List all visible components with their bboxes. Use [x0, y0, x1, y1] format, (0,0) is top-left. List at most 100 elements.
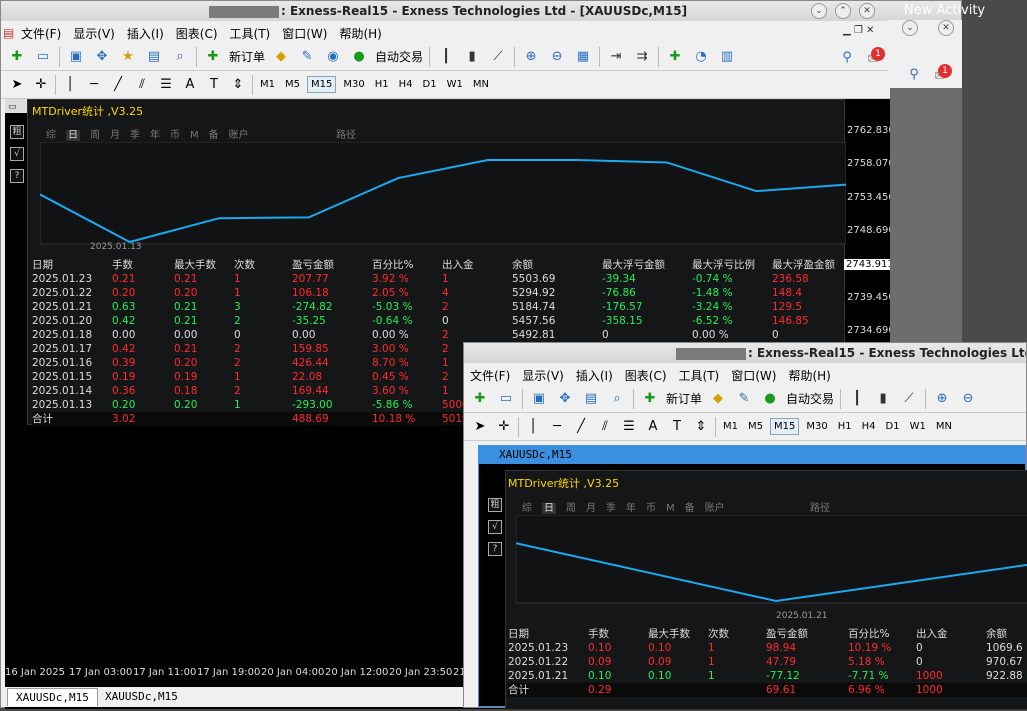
tf-m1[interactable]: M1	[257, 77, 278, 92]
table-row[interactable]: 2025.01.23 0.10 0.10 1 98.94 10.19 % 0 1069.6	[508, 641, 1027, 655]
auto-trade-button[interactable]: 自动交易	[375, 48, 423, 65]
mdi-restore-icon[interactable]: ❐	[854, 25, 863, 36]
chat-icon[interactable]: ✎	[297, 47, 317, 67]
menu-window[interactable]: 窗口(W)	[276, 25, 333, 42]
tf-h4[interactable]: H4	[859, 419, 879, 434]
tf-m30[interactable]: M30	[340, 77, 367, 92]
tf-m15[interactable]: M15	[770, 418, 800, 435]
new-order-icon[interactable]: ✚	[640, 389, 660, 409]
tf-h4[interactable]: H4	[396, 77, 416, 92]
text-icon[interactable]: A	[643, 417, 663, 437]
chart-tab-active[interactable]: XAUUSDc,M15	[7, 688, 98, 706]
menu-view[interactable]: 显示(V)	[67, 25, 121, 42]
fibonacci-icon[interactable]: ☰	[619, 417, 639, 437]
channel-icon[interactable]: ⫽	[595, 417, 615, 437]
right-chart-window[interactable]: XAUUSDc,M15 粗 √ ? MTDriver统计 ,V3.25 综日周月…	[478, 445, 1027, 710]
tf-w1[interactable]: W1	[907, 419, 929, 434]
profiles-icon[interactable]: ▭	[496, 389, 516, 409]
tf-m1[interactable]: M1	[720, 419, 741, 434]
new-chart-icon[interactable]: ✚	[7, 47, 27, 67]
profiles-icon[interactable]: ▭	[33, 47, 53, 67]
tf-h1[interactable]: H1	[835, 419, 855, 434]
cursor-icon[interactable]: ➤	[470, 417, 490, 437]
data-window-icon[interactable]: ✥	[92, 47, 112, 67]
stats-tab[interactable]: 备	[209, 130, 219, 141]
metaeditor-icon[interactable]: ◆	[708, 389, 728, 409]
menu-help[interactable]: 帮助(H)	[782, 367, 836, 384]
zoom-out-icon[interactable]: ⊖	[547, 47, 567, 67]
tf-mn[interactable]: MN	[470, 77, 492, 92]
trendline-icon[interactable]: ╱	[571, 417, 591, 437]
close-icon[interactable]: ✕	[938, 20, 954, 36]
line-chart-icon[interactable]: ⟋	[488, 47, 508, 67]
stats-tab[interactable]: 币	[646, 503, 656, 514]
mdi-close-icon[interactable]: ✕	[866, 25, 874, 36]
tf-w1[interactable]: W1	[444, 77, 466, 92]
tf-m30[interactable]: M30	[803, 419, 830, 434]
new-order-button[interactable]: 新订单	[666, 390, 702, 407]
chart-system-icon[interactable]: ▭	[5, 99, 27, 113]
stats-tab[interactable]: 综	[46, 130, 56, 141]
metaeditor-icon[interactable]: ◆	[271, 47, 291, 67]
new-chart-icon[interactable]: ✚	[470, 389, 490, 409]
stats-tab[interactable]: 币	[170, 130, 180, 141]
tf-d1[interactable]: D1	[420, 77, 440, 92]
fibonacci-icon[interactable]: ☰	[156, 75, 176, 95]
table-row[interactable]: 2025.01.20 0.42 0.21 2 -35.25 -0.64 % 0 5457.56…	[32, 314, 844, 328]
menu-chart[interactable]: 图表(C)	[170, 25, 224, 42]
tf-m15[interactable]: M15	[307, 76, 337, 93]
table-row[interactable]: 2025.01.18 0.00 0.00 0 0.00 0.00 % 2 5492.81 0 0.…	[32, 328, 844, 342]
text-label-icon[interactable]: T	[667, 417, 687, 437]
stats-tab[interactable]: 备	[685, 503, 695, 514]
zoom-in-icon[interactable]: ⊕	[932, 389, 952, 409]
table-row[interactable]: 2025.01.23 0.21 0.21 1 207.77 3.92 % 1 5503.69 -…	[32, 272, 844, 286]
tf-m5[interactable]: M5	[282, 77, 303, 92]
sidebar-help-icon[interactable]: ?	[488, 542, 502, 556]
new-order-icon[interactable]: ✚	[203, 47, 223, 67]
stats-tab[interactable]: 年	[150, 130, 160, 141]
new-activity-label[interactable]: New Activity	[904, 3, 985, 18]
stats-tab[interactable]: 账户	[705, 503, 725, 514]
stats-tab[interactable]: 月	[110, 130, 120, 141]
table-row[interactable]: 2025.01.21 0.63 0.21 3 -274.82 -5.03 % 2 5184.7…	[32, 300, 844, 314]
chart-shift-icon[interactable]: ⇥	[606, 47, 626, 67]
table-row[interactable]: 2025.01.22 0.09 0.09 1 47.79 5.18 % 0 970.67	[508, 655, 1027, 669]
stats-tab[interactable]: 周	[90, 130, 100, 141]
channel-icon[interactable]: ⫽	[132, 75, 152, 95]
tile-windows-icon[interactable]: ▦	[573, 47, 593, 67]
menu-help[interactable]: 帮助(H)	[333, 25, 387, 42]
tf-d1[interactable]: D1	[883, 419, 903, 434]
text-label-icon[interactable]: T	[204, 75, 224, 95]
vertical-line-icon[interactable]: │	[523, 417, 543, 437]
search-icon[interactable]: ⚲	[837, 47, 857, 67]
table-row[interactable]: 2025.01.21 0.10 0.10 1 -77.12 -7.71 % 1000 922.…	[508, 669, 1027, 683]
auto-trade-button[interactable]: 自动交易	[786, 390, 834, 407]
stats-tab[interactable]: 季	[606, 503, 616, 514]
candlestick-icon[interactable]: ▮	[873, 389, 893, 409]
signals-icon[interactable]: ◉	[323, 47, 343, 67]
periods-icon[interactable]: ◔	[691, 47, 711, 67]
horizontal-line-icon[interactable]: ─	[547, 417, 567, 437]
cursor-icon[interactable]: ➤	[7, 75, 27, 95]
candlestick-icon[interactable]: ▮	[462, 47, 482, 67]
chat-icon[interactable]: ✎	[734, 389, 754, 409]
right-window-titlebar[interactable]: : Exness-Real15 - Exness Technologies Lt…	[464, 343, 1026, 363]
menu-insert[interactable]: 插入(I)	[570, 367, 619, 384]
sidebar-check-icon[interactable]: √	[488, 520, 502, 534]
stats-tab[interactable]: 年	[626, 503, 636, 514]
table-row[interactable]: 2025.01.22 0.20 0.20 1 106.18 2.05 % 4 5294.92 -…	[32, 286, 844, 300]
tf-m5[interactable]: M5	[745, 419, 766, 434]
right-chart-titlebar[interactable]: XAUUSDc,M15	[479, 446, 1025, 464]
crosshair-icon[interactable]: ✛	[494, 417, 514, 437]
crosshair-icon[interactable]: ✛	[31, 75, 51, 95]
menu-window[interactable]: 窗口(W)	[725, 367, 782, 384]
market-watch-icon[interactable]: ▣	[529, 389, 549, 409]
strategy-tester-icon[interactable]: ⌕	[170, 47, 190, 67]
stats-tab[interactable]: M	[190, 130, 199, 141]
zoom-in-icon[interactable]: ⊕	[521, 47, 541, 67]
trendline-icon[interactable]: ╱	[108, 75, 128, 95]
bar-chart-icon[interactable]: ┃	[436, 47, 456, 67]
menu-insert[interactable]: 插入(I)	[121, 25, 170, 42]
terminal-icon[interactable]: ▤	[581, 389, 601, 409]
indicators-icon[interactable]: ✚	[665, 47, 685, 67]
